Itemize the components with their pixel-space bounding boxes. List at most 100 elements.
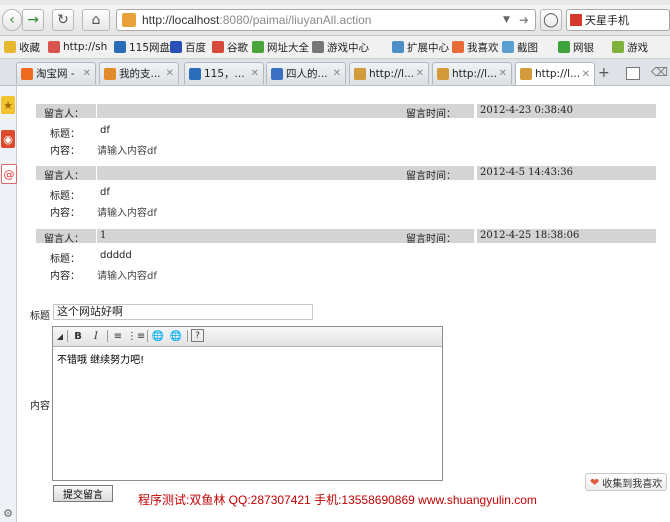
site-icon [122, 13, 136, 27]
favorite-item[interactable]: 游戏中心 [312, 40, 369, 55]
favorite-label: 游戏中心 [327, 41, 369, 54]
favorite-item[interactable]: 扩展中心 [392, 40, 449, 55]
tab-close-icon[interactable]: ✕ [251, 68, 259, 79]
home-button[interactable]: ⌂ [82, 9, 110, 31]
title-label: 标题 [30, 311, 50, 322]
star-icon[interactable]: ★ [1, 96, 15, 114]
time-label: 留言时间： [406, 109, 456, 120]
browser-tab[interactable]: 四人的... ✕ [266, 62, 346, 84]
tab-label: 四人的... [286, 68, 328, 80]
unlink-icon[interactable]: 🌐 [169, 329, 183, 343]
favorite-label: 百度 [185, 41, 206, 54]
tab-label: http://l... [452, 67, 496, 80]
tab-label: 115，... [204, 68, 245, 80]
back-button[interactable]: ‹ [2, 9, 22, 31]
address-bar[interactable]: http://localhost:8080/paimai/liuyanAll.a… [116, 9, 536, 31]
shield-button[interactable]: ◯ [540, 9, 562, 31]
refresh-button[interactable]: ↻ [52, 9, 74, 31]
tab-close-icon[interactable]: ✕ [416, 68, 424, 79]
forward-arrow-icon[interactable]: ➜ [519, 13, 535, 27]
navigation-bar: ‹ → ↻ ⌂ http://localhost:8080/paimai/liu… [0, 5, 670, 36]
browser-tab[interactable]: 淘宝网 - ✕ [16, 62, 96, 84]
search-engine-icon[interactable] [570, 14, 582, 26]
favorite-icon [452, 41, 464, 53]
heart-icon: ❤ [590, 475, 600, 489]
message-title-label: 标题： [50, 191, 80, 202]
submit-message-button[interactable]: 提交留言 [53, 485, 113, 502]
author-value: 1 [100, 230, 107, 241]
help-icon[interactable]: ? [191, 329, 204, 342]
dropdown-arrow-icon[interactable]: ▼ [503, 15, 519, 25]
browser-tab[interactable]: 115，... ✕ [184, 62, 264, 84]
tab-favicon [21, 67, 33, 80]
tab-close-icon[interactable]: ✕ [333, 68, 341, 79]
toolbar-handle-icon[interactable]: ◢ [53, 329, 67, 343]
link-icon[interactable]: 🌐 [151, 329, 165, 343]
browser-tab[interactable]: 我的支... ✕ [99, 62, 179, 84]
tab-favicon [437, 67, 449, 80]
ordered-list-button[interactable]: ≡ [111, 329, 125, 343]
favorite-icon [48, 41, 60, 53]
favorite-item[interactable]: http://sh [48, 41, 107, 53]
trash-icon[interactable]: ⌫ [651, 65, 668, 79]
favorite-item[interactable]: 截图 [502, 40, 538, 55]
favorite-item[interactable]: 百度 [170, 40, 206, 55]
tab-close-icon[interactable]: ✕ [499, 68, 507, 79]
collect-label: 收集到我喜欢 [602, 478, 663, 490]
message-header: 留言人： 留言时间： 2012-4-5 14:43:36 [36, 166, 656, 182]
editor-content[interactable]: 不错哦 继续努力吧! [57, 351, 144, 366]
favorite-icon [212, 41, 224, 53]
browser-tab[interactable]: http://l... ✕ [349, 62, 429, 84]
favorite-label: 115网盘 [129, 41, 171, 54]
rich-text-editor[interactable]: ◢ B I ≡ ⋮≡ 🌐 🌐 ? 不错哦 继续努力吧! [52, 326, 443, 481]
message-title-label: 标题： [50, 129, 80, 140]
address-url[interactable]: http://localhost:8080/paimai/liuyanAll.a… [142, 13, 503, 27]
weibo-icon[interactable]: ◉ [1, 130, 15, 148]
tab-favicon [354, 67, 366, 80]
favorite-icon [502, 41, 514, 53]
favorite-label: 网银 [573, 41, 594, 54]
tab-label: http://l... [369, 67, 413, 80]
browser-tab[interactable]: http://l... ✕ [432, 62, 512, 84]
favorite-label: 谷歌 [227, 41, 248, 54]
search-box[interactable]: 天星手机 [566, 9, 670, 31]
favorite-item[interactable]: 网址大全 [252, 40, 309, 55]
message-title: ddddd [100, 250, 132, 261]
browser-tab[interactable]: http://l... ✕ [515, 62, 595, 85]
message-content: 请输入内容df [97, 271, 157, 282]
settings-icon[interactable]: ⚙ [1, 504, 15, 522]
message-content-label: 内容： [50, 208, 80, 219]
shield-icon: ◯ [543, 12, 559, 28]
author-label: 留言人： [44, 234, 84, 245]
forward-button[interactable]: → [22, 9, 44, 31]
time-value: 2012-4-23 0:38:40 [480, 105, 574, 116]
title-input[interactable]: 这个网站好啊 [53, 304, 313, 320]
favorite-item[interactable]: 网银 [558, 40, 594, 55]
author-label: 留言人： [44, 171, 84, 182]
message-content: 请输入内容df [97, 146, 157, 157]
favorite-icon [392, 41, 404, 53]
message-content-label: 内容： [50, 271, 80, 282]
tab-close-icon[interactable]: ✕ [582, 69, 590, 80]
bold-button[interactable]: B [71, 329, 85, 343]
italic-button[interactable]: I [89, 329, 103, 343]
favorite-item[interactable]: 收藏 [4, 40, 40, 55]
favorite-icon [558, 41, 570, 53]
favorite-item[interactable]: 谷歌 [212, 40, 248, 55]
favorite-item[interactable]: 115网盘 [114, 40, 170, 55]
message-title-label: 标题： [50, 254, 80, 265]
favorites-bar: 收藏 http://sh 115网盘 百度 谷歌 网址大全 游戏中心 扩展中心 我喜欢 截图 网银 游… [0, 36, 670, 59]
restore-tab-icon[interactable] [626, 67, 640, 80]
new-tab-icon[interactable]: + [598, 65, 610, 81]
editor-toolbar: ◢ B I ≡ ⋮≡ 🌐 🌐 ? [53, 327, 442, 347]
tab-close-icon[interactable]: ✕ [83, 68, 91, 79]
tab-label: 我的支... [119, 68, 161, 80]
tab-favicon [520, 68, 532, 80]
mail-icon[interactable]: @ [1, 164, 17, 184]
tab-close-icon[interactable]: ✕ [166, 68, 174, 79]
unordered-list-button[interactable]: ⋮≡ [127, 329, 145, 343]
tab-label: http://l... [535, 68, 579, 80]
favorite-item[interactable]: 我喜欢 [452, 40, 499, 55]
favorite-item[interactable]: 游戏 [612, 40, 648, 55]
collect-to-favorites-button[interactable]: ❤ 收集到我喜欢 [585, 473, 667, 491]
